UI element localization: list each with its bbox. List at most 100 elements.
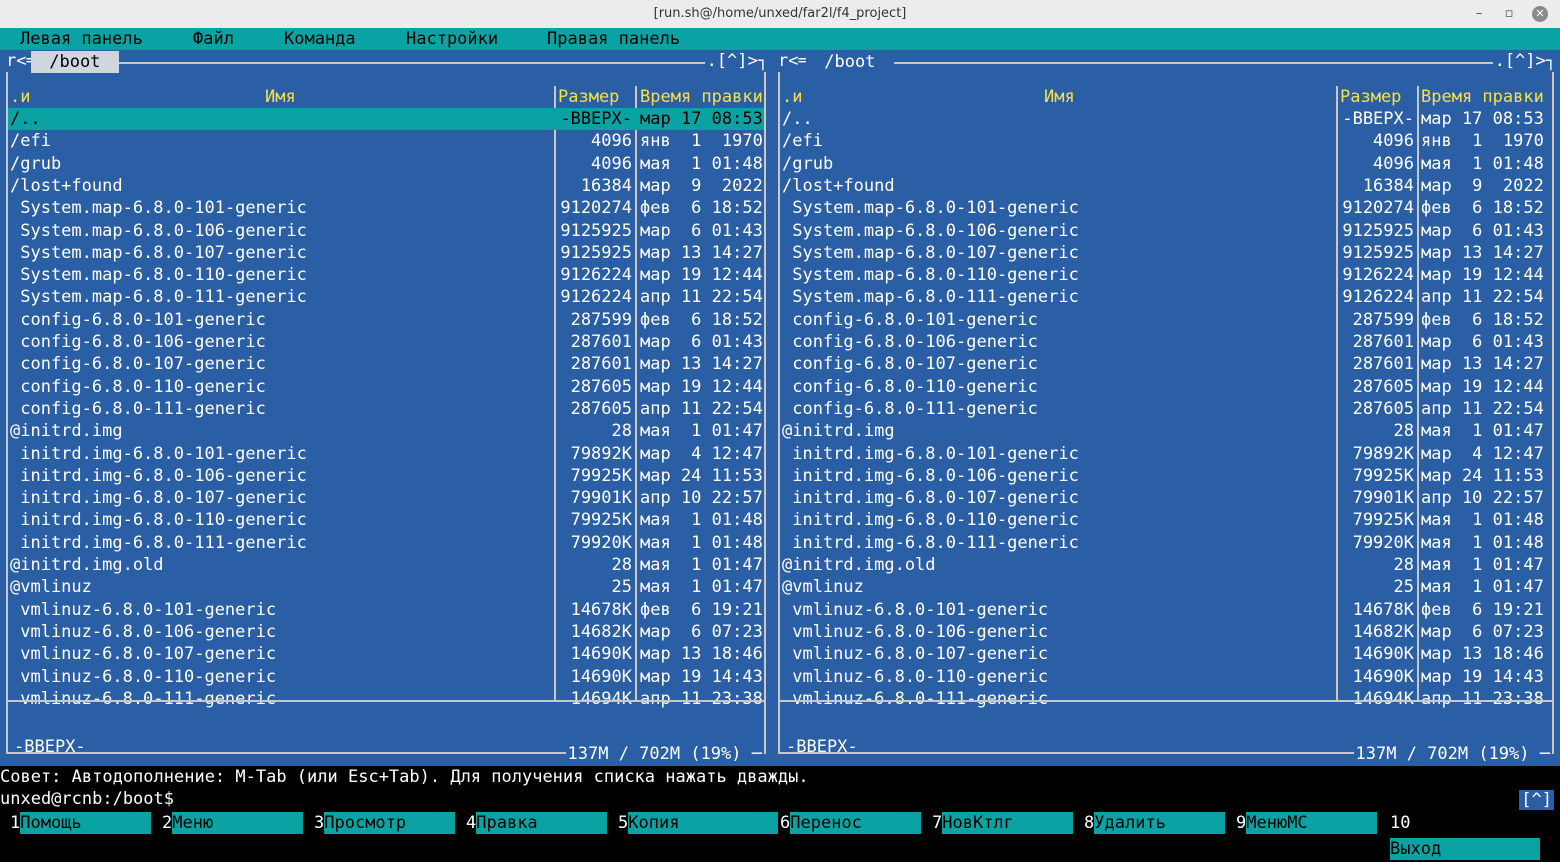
column-time-header[interactable]: Время правки — [1421, 86, 1549, 108]
column-size-header[interactable]: Размер — [558, 86, 636, 108]
file-row[interactable]: config-6.8.0-101-generic 287599 фев 6 18:5… — [780, 309, 1552, 331]
file-row[interactable]: System.map-6.8.0-111-generic 9126224 апр 1… — [8, 286, 764, 308]
file-date: мая 1 01:47 — [640, 421, 763, 442]
file-row[interactable]: vmlinuz-6.8.0-110-generic 14690K мар 19 14… — [8, 666, 764, 688]
file-row[interactable]: initrd.img-6.8.0-111-generic 79920K мая 1 … — [780, 532, 1552, 554]
file-row[interactable]: initrd.img-6.8.0-107-generic 79901K апр 10… — [8, 487, 764, 509]
file-row[interactable]: initrd.img-6.8.0-106-generic 79925K мар 24… — [8, 465, 764, 487]
menu-command[interactable]: Команда — [284, 28, 356, 50]
minimize-icon[interactable]: – — [1472, 0, 1486, 28]
file-row[interactable]: /efi 4096 янв 1 1970 — [780, 130, 1552, 152]
fkey-4[interactable]: 4Правка — [466, 810, 608, 836]
file-size: 28 — [611, 555, 632, 575]
file-row[interactable]: vmlinuz-6.8.0-101-generic 14678K фев 6 19:… — [780, 599, 1552, 621]
file-name: vmlinuz-6.8.0-110-generic — [782, 666, 1049, 687]
file-row[interactable]: config-6.8.0-111-generic 287605 апр 11 22:… — [8, 398, 764, 420]
file-size: 79920K — [570, 532, 632, 553]
file-row[interactable]: System.map-6.8.0-106-generic 9125925 мар 6… — [780, 220, 1552, 242]
right-panel[interactable]: .и Имя Размер Время правки /.. -ВВЕРХ-мар… — [772, 50, 1560, 766]
right-panel-frame: .и Имя Размер Время правки /.. -ВВЕРХ-мар… — [778, 62, 1554, 757]
fkey-9[interactable]: 9МенюMC — [1236, 810, 1378, 836]
file-row[interactable]: @initrd.img.old 28 мая 1 01:47 — [8, 554, 764, 576]
file-row[interactable]: initrd.img-6.8.0-110-generic 79925K мая 1 … — [8, 509, 764, 531]
file-date: мар 24 11:53 — [640, 465, 763, 486]
file-row[interactable]: vmlinuz-6.8.0-106-generic 14682K мар 6 07:… — [780, 621, 1552, 643]
menu-left-panel[interactable]: Левая панель — [20, 28, 143, 50]
column-name-header[interactable]: Имя — [1044, 86, 1104, 108]
file-row[interactable]: vmlinuz-6.8.0-101-generic 14678K фев 6 19:… — [8, 599, 764, 621]
file-row[interactable]: initrd.img-6.8.0-101-generic 79892K мар 4 … — [780, 443, 1552, 465]
file-row[interactable]: config-6.8.0-107-generic 287601 мар 13 14:… — [780, 353, 1552, 375]
file-date: мар 13 18:46 — [640, 644, 763, 665]
file-row[interactable]: @initrd.img 28 мая 1 01:47 — [8, 420, 764, 442]
menu-file[interactable]: Файл — [193, 28, 234, 50]
file-date: апр 11 22:54 — [640, 287, 763, 308]
file-row[interactable]: initrd.img-6.8.0-101-generic 79892K мар 4 … — [8, 443, 764, 465]
file-row[interactable]: vmlinuz-6.8.0-111-generic 14694K апр 11 23… — [780, 688, 1552, 710]
file-row[interactable]: /grub 4096 мая 1 01:48 — [8, 153, 764, 175]
terminal-toggle-button[interactable]: [^] — [1519, 790, 1554, 810]
file-row[interactable]: System.map-6.8.0-101-generic 9120274 фев 6… — [8, 197, 764, 219]
file-row[interactable]: System.map-6.8.0-106-generic 9125925 мар 6… — [8, 220, 764, 242]
file-size: 14690K — [570, 666, 632, 687]
file-row[interactable]: System.map-6.8.0-107-generic 9125925 мар 1… — [780, 242, 1552, 264]
file-row[interactable]: vmlinuz-6.8.0-111-generic 14694K апр 11 23… — [8, 688, 764, 710]
file-row[interactable]: System.map-6.8.0-111-generic 9126224 апр 1… — [780, 286, 1552, 308]
fkey-6[interactable]: 6Перенос — [780, 810, 922, 836]
file-row[interactable]: System.map-6.8.0-110-generic 9126224 мар 1… — [780, 264, 1552, 286]
file-row[interactable]: config-6.8.0-111-generic 287605 апр 11 22:… — [780, 398, 1552, 420]
file-row[interactable]: System.map-6.8.0-101-generic 9120274 фев 6… — [780, 197, 1552, 219]
file-row[interactable]: /lost+found 16384 мар 9 2022 — [780, 175, 1552, 197]
file-row[interactable]: config-6.8.0-107-generic 287601 мар 13 14:… — [8, 353, 764, 375]
maximize-icon[interactable]: ▫ — [1502, 0, 1516, 28]
fkey-1[interactable]: 1Помощь — [10, 810, 152, 836]
fkey-5[interactable]: 5Копия — [618, 810, 779, 836]
left-panel-path[interactable]: /boot — [31, 51, 119, 73]
file-row[interactable]: /grub 4096 мая 1 01:48 — [780, 153, 1552, 175]
file-row[interactable]: System.map-6.8.0-107-generic 9125925 мар 1… — [8, 242, 764, 264]
fkey-10[interactable]: 10 Выход — [1390, 810, 1560, 860]
command-prompt[interactable]: unxed@rcnb:/boot$ — [0, 788, 174, 810]
file-row[interactable]: /.. -ВВЕРХ-мар 17 08:53 — [780, 108, 1552, 130]
file-row[interactable]: vmlinuz-6.8.0-107-generic 14690K мар 13 18… — [780, 643, 1552, 665]
file-row[interactable]: vmlinuz-6.8.0-110-generic 14690K мар 19 14… — [780, 666, 1552, 688]
fkey-8[interactable]: 8Удалить — [1084, 810, 1226, 836]
file-row[interactable]: @initrd.img.old 28 мая 1 01:47 — [780, 554, 1552, 576]
fkey-3[interactable]: 3Просмотр — [314, 810, 456, 836]
file-name: initrd.img-6.8.0-107-generic — [782, 488, 1079, 509]
left-panel[interactable]: .и Имя Размер Время правки /.. -ВВЕРХ-мар… — [0, 50, 772, 766]
file-date: мар 6 01:43 — [1421, 332, 1544, 352]
file-row[interactable]: /lost+found 16384 мар 9 2022 — [8, 175, 764, 197]
file-row[interactable]: config-6.8.0-110-generic 287605 мар 19 12:… — [780, 376, 1552, 398]
right-frame-controls[interactable]: .[^]>┐ — [1492, 50, 1558, 72]
close-icon[interactable]: ✕ — [1532, 6, 1548, 22]
file-row[interactable]: initrd.img-6.8.0-111-generic 79920K мая 1 … — [8, 532, 764, 554]
file-row[interactable]: @vmlinuz 25 мая 1 01:47 — [780, 576, 1552, 598]
file-row[interactable]: /efi 4096 янв 1 1970 — [8, 130, 764, 152]
file-date: мая 1 01:48 — [640, 153, 763, 174]
file-row[interactable]: @vmlinuz 25 мая 1 01:47 — [8, 576, 764, 598]
file-row[interactable]: initrd.img-6.8.0-106-generic 79925K мар 24… — [780, 465, 1552, 487]
file-row[interactable]: System.map-6.8.0-110-generic 9126224 мар 1… — [8, 264, 764, 286]
fkey-2[interactable]: 2Меню — [162, 810, 304, 836]
column-name-header[interactable]: Имя — [265, 86, 325, 108]
file-row[interactable]: @initrd.img 28 мая 1 01:47 — [780, 420, 1552, 442]
file-row[interactable]: initrd.img-6.8.0-110-generic 79925K мая 1 … — [780, 509, 1552, 531]
file-row[interactable]: config-6.8.0-110-generic 287605 мар 19 12:… — [8, 376, 764, 398]
file-row[interactable]: config-6.8.0-106-generic 287601 мар 6 01:4… — [780, 331, 1552, 353]
file-row[interactable]: vmlinuz-6.8.0-106-generic 14682K мар 6 07:… — [8, 621, 764, 643]
file-size: 9126224 — [560, 287, 632, 308]
file-size: 9125925 — [560, 242, 632, 263]
fkey-7[interactable]: 7НовКтлг — [932, 810, 1074, 836]
left-frame-controls[interactable]: .[^]>┐ — [704, 50, 770, 72]
file-row[interactable]: config-6.8.0-106-generic 287601 мар 6 01:4… — [8, 331, 764, 353]
menu-right-panel[interactable]: Правая панель — [547, 28, 680, 50]
file-row[interactable]: initrd.img-6.8.0-107-generic 79901K апр 10… — [780, 487, 1552, 509]
file-row[interactable]: config-6.8.0-101-generic 287599 фев 6 18:5… — [8, 309, 764, 331]
right-panel-path[interactable]: /boot — [806, 51, 894, 73]
file-row[interactable]: vmlinuz-6.8.0-107-generic 14690K мар 13 18… — [8, 643, 764, 665]
column-time-header[interactable]: Время правки — [640, 86, 768, 108]
file-row[interactable]: /.. -ВВЕРХ-мар 17 08:53 — [8, 108, 764, 130]
menu-settings[interactable]: Настройки — [406, 28, 498, 50]
column-size-header[interactable]: Размер — [1340, 86, 1418, 108]
